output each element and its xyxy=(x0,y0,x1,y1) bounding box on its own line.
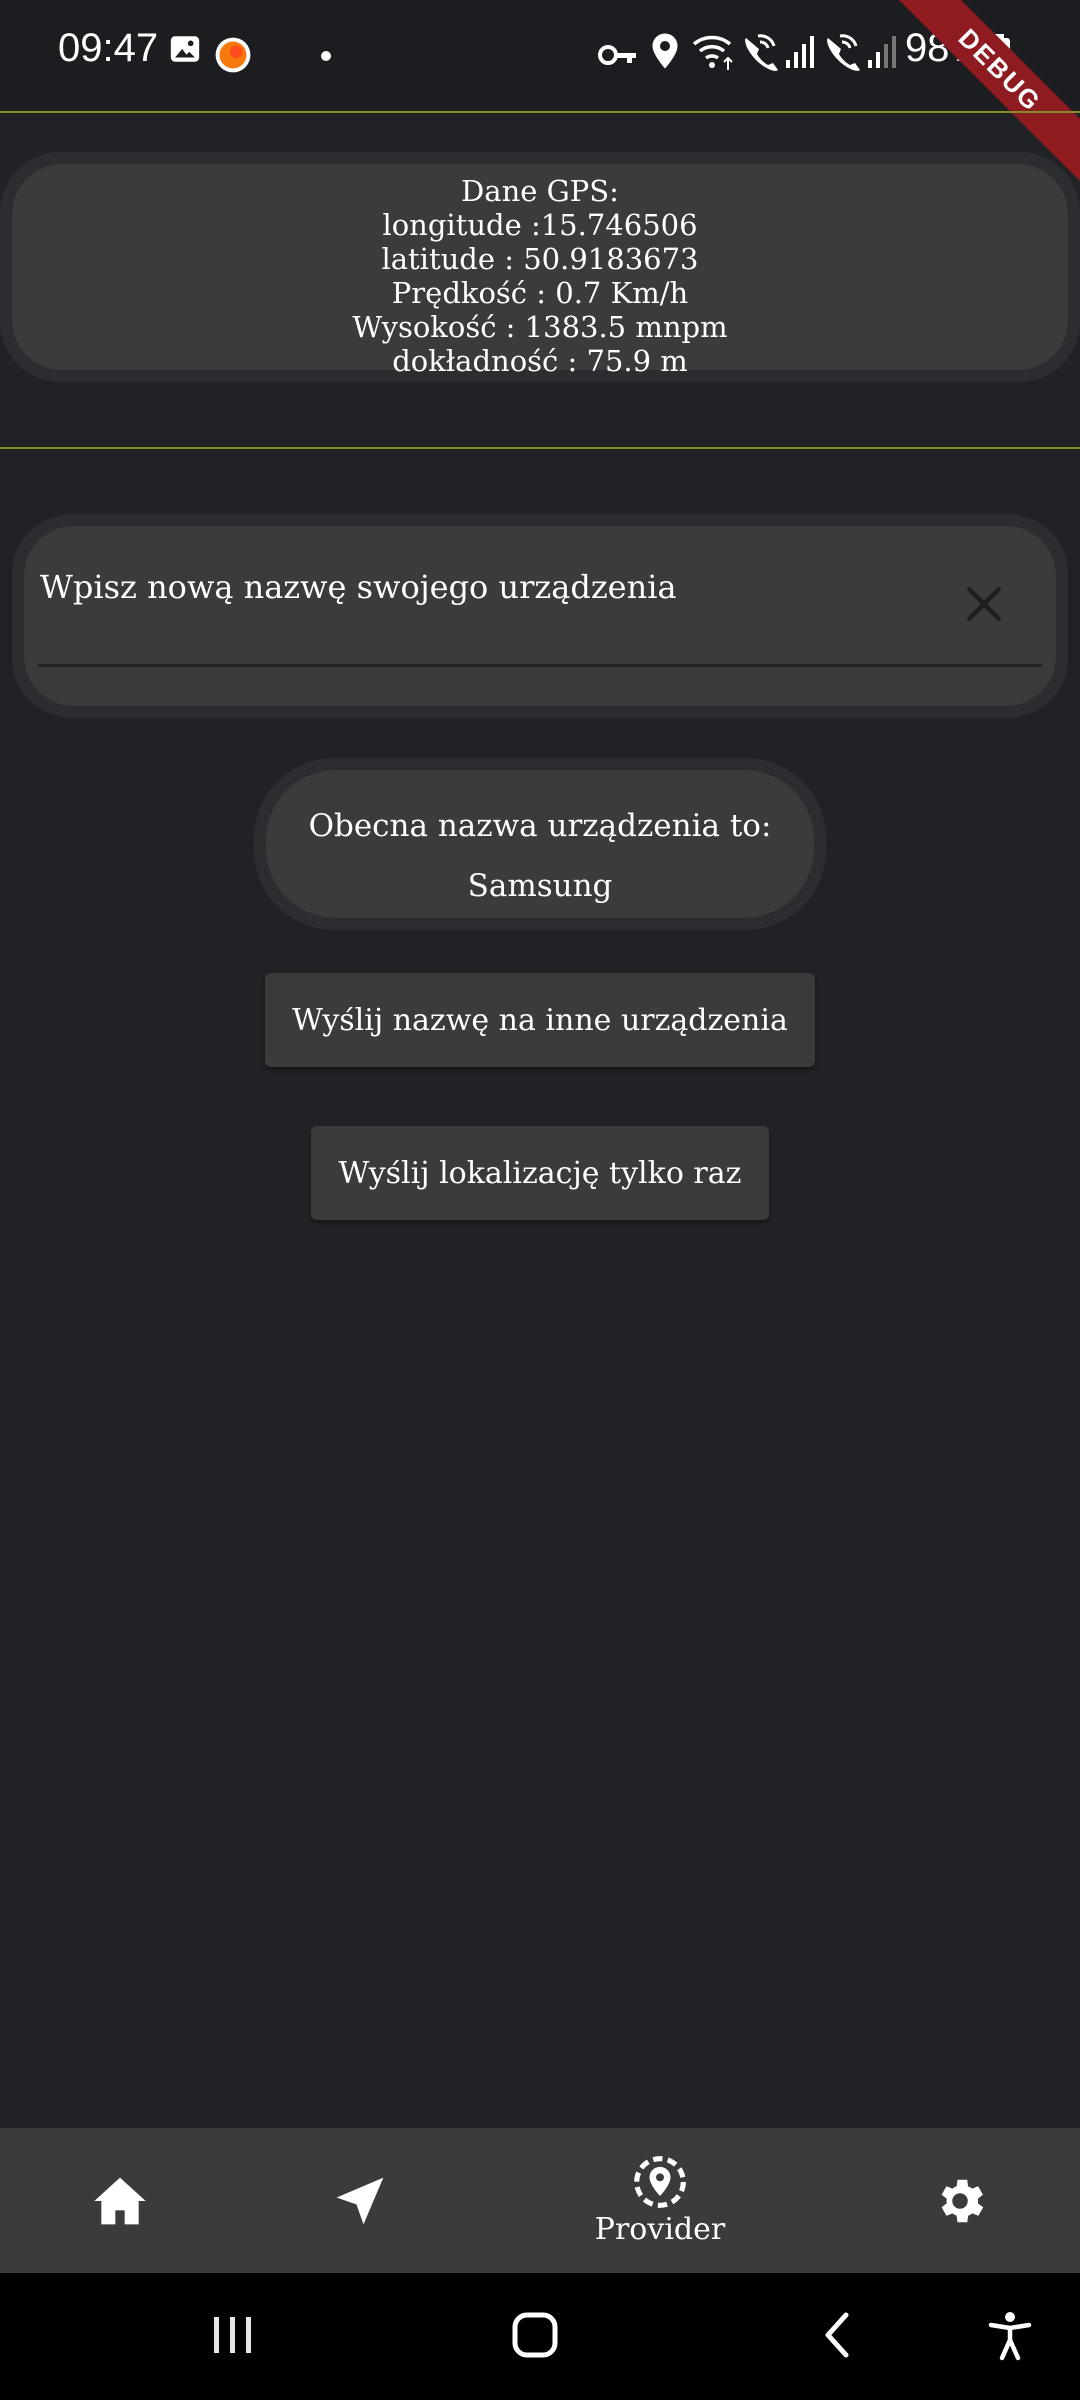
nav-item-navigation[interactable] xyxy=(300,2128,420,2273)
signal-1-icon xyxy=(786,36,814,68)
gps-altitude: Wysokość : 1383.5 mnpm xyxy=(352,310,728,344)
home-system-icon[interactable] xyxy=(510,2303,560,2367)
gps-accuracy: dokładność : 75.9 m xyxy=(392,344,688,378)
gps-title: Dane GPS: xyxy=(461,174,619,208)
send-location-once-button[interactable]: Wyślij lokalizację tylko raz xyxy=(311,1126,769,1220)
signal-2-icon xyxy=(868,36,896,68)
vpn-key-icon xyxy=(598,45,636,65)
nav-item-provider[interactable]: Provider xyxy=(570,2128,750,2273)
settings-gear-icon xyxy=(941,2179,984,2222)
recent-apps-icon[interactable] xyxy=(210,2303,256,2367)
navigation-arrow-icon xyxy=(336,2177,384,2224)
current-name-value: Samsung xyxy=(467,868,613,904)
wifi-call-2-icon xyxy=(827,34,860,71)
gps-longitude: longitude :15.746506 xyxy=(382,208,698,242)
status-time: 09:47 xyxy=(58,26,159,70)
wifi-icon xyxy=(692,35,733,70)
status-bar: 09:47 98% DEBUG xyxy=(0,0,1080,192)
gallery-icon xyxy=(170,36,200,62)
current-device-name-inner: Obecna nazwa urządzenia to: Samsung xyxy=(266,770,814,918)
current-name-label: Obecna nazwa urządzenia to: xyxy=(308,808,772,844)
gps-latitude: latitude : 50.9183673 xyxy=(381,242,699,276)
dot-icon xyxy=(321,51,331,61)
nav-item-settings[interactable] xyxy=(900,2128,1020,2273)
home-icon xyxy=(94,2177,146,2224)
gps-data-inner: Dane GPS: longitude :15.746506 latitude … xyxy=(12,164,1068,378)
device-name-input-card xyxy=(12,514,1068,718)
location-provider-icon xyxy=(634,2156,686,2208)
gps-data-card: Dane GPS: longitude :15.746506 latitude … xyxy=(0,152,1080,382)
device-name-input[interactable] xyxy=(40,564,1000,610)
orange-app-icon xyxy=(215,37,251,73)
accessibility-icon[interactable] xyxy=(985,2303,1035,2367)
current-device-name-card: Obecna nazwa urządzenia to: Samsung xyxy=(254,758,826,930)
nav-item-provider-label: Provider xyxy=(594,2212,726,2247)
bottom-navigation-bar: Provider xyxy=(0,2128,1080,2273)
clear-input-icon[interactable] xyxy=(962,582,1006,626)
location-icon xyxy=(652,33,678,69)
nav-item-home[interactable] xyxy=(60,2128,180,2273)
send-name-button[interactable]: Wyślij nazwę na inne urządzenia xyxy=(265,973,815,1067)
wifi-call-1-icon xyxy=(745,34,778,71)
system-navigation-bar xyxy=(0,2273,1080,2400)
input-underline xyxy=(38,664,1042,667)
middle-divider xyxy=(0,447,1080,449)
back-icon[interactable] xyxy=(818,2303,858,2367)
gps-speed: Prędkość : 0.7 Km/h xyxy=(391,276,689,310)
top-divider xyxy=(0,111,1080,113)
device-name-input-container xyxy=(24,526,1056,706)
